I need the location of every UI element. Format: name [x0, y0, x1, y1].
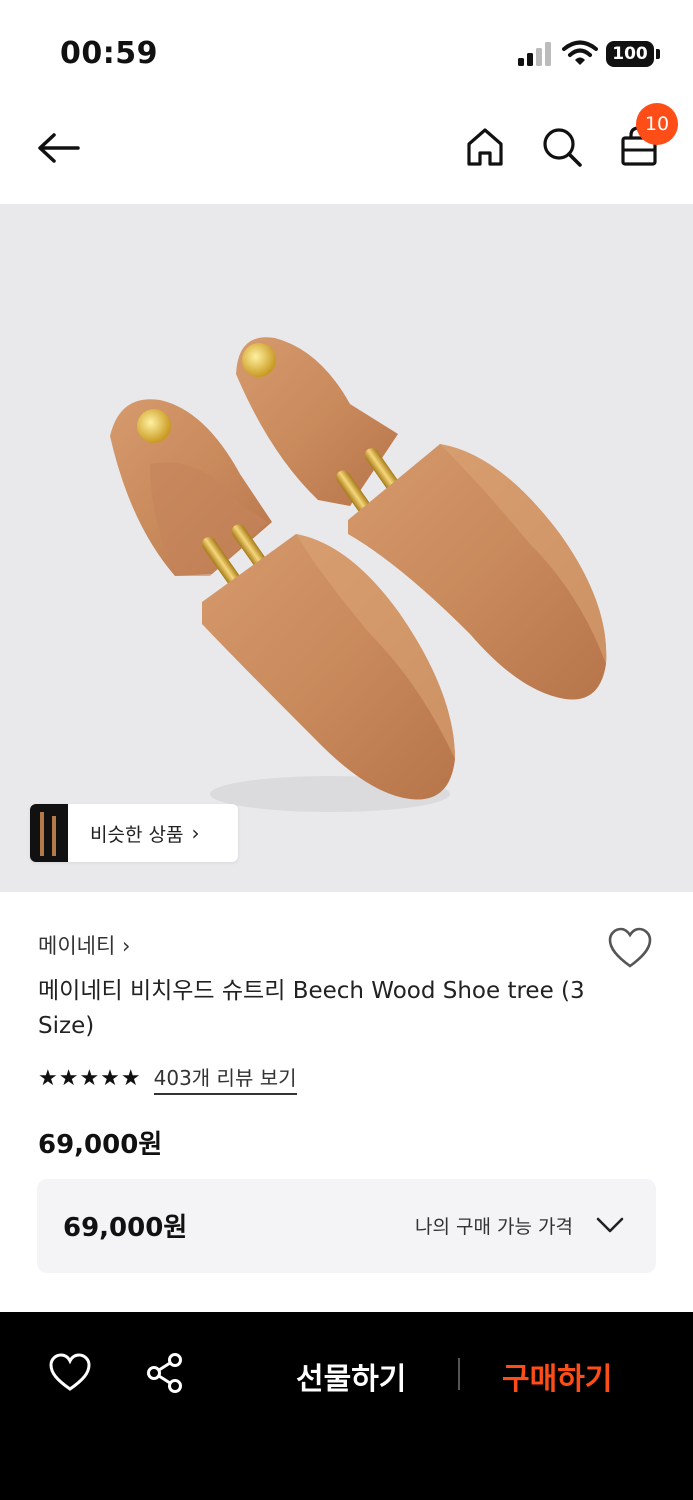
status-bar: 00:59 100: [0, 0, 693, 100]
similar-products-label: 비슷한 상품: [90, 823, 184, 846]
my-price-dropdown[interactable]: 69,000원 나의 구매 가능 가격: [37, 1179, 656, 1273]
chevron-down-icon: [596, 1217, 624, 1233]
product-image[interactable]: 비슷한 상품 ›: [0, 204, 693, 892]
review-link[interactable]: 403개 리뷰 보기: [153, 1062, 297, 1095]
share-icon[interactable]: [145, 1352, 185, 1394]
search-icon[interactable]: [539, 124, 585, 170]
gift-button[interactable]: 선물하기: [296, 1354, 406, 1398]
product-title: 메이네티 비치우드 슈트리 Beech Wood Shoe tree (3 Si…: [38, 978, 585, 1039]
cellular-signal-icon: [518, 42, 551, 66]
battery-level: 100: [606, 41, 654, 67]
top-nav: [0, 100, 693, 204]
battery-icon: 100: [606, 41, 660, 67]
shoe-tree-photo: [110, 337, 607, 812]
status-time: 00:59: [60, 36, 158, 71]
back-arrow-icon[interactable]: [34, 126, 84, 170]
my-price-label: 나의 구매 가능 가격: [415, 1216, 573, 1238]
my-price-value: 69,000원: [63, 1213, 188, 1243]
wifi-icon: [562, 40, 598, 65]
chevron-right-icon: ›: [191, 821, 200, 845]
bottom-action-bar: 선물하기 구매하기: [0, 1312, 693, 1500]
buy-button[interactable]: 구매하기: [502, 1354, 612, 1398]
similar-thumbnail: [30, 804, 68, 862]
similar-products-button[interactable]: 비슷한 상품 ›: [30, 804, 238, 862]
home-icon[interactable]: [462, 124, 508, 170]
cart-count-badge: 10: [636, 103, 678, 145]
heart-icon[interactable]: [606, 926, 654, 972]
heart-icon[interactable]: [48, 1352, 92, 1394]
star-rating: ★★★★★: [38, 1065, 142, 1091]
brand-link[interactable]: 메이네티 ›: [38, 930, 130, 960]
product-price: 69,000원: [38, 1130, 163, 1160]
rating-row: ★★★★★ 403개 리뷰 보기: [38, 1062, 297, 1095]
divider: [458, 1358, 460, 1390]
